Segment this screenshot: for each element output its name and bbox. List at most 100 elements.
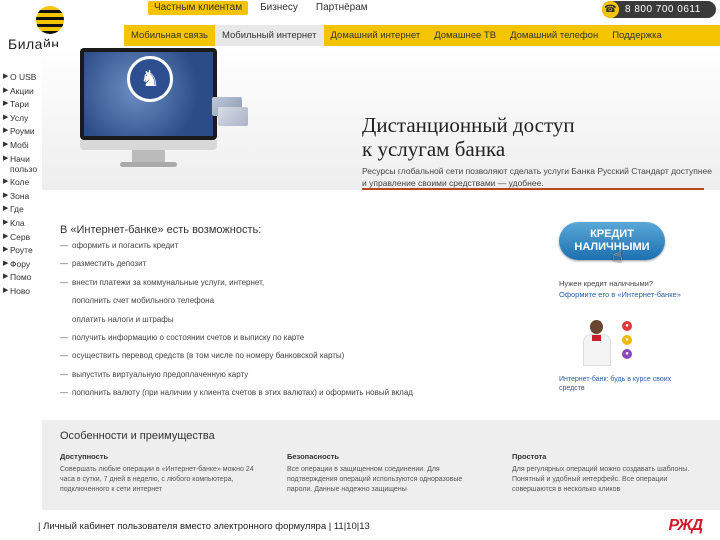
consultant-link[interactable]: Интернет-банк: будь в курсе своих средст… [559,375,679,393]
rzd-logo: РЖД [668,517,703,534]
arrow-right-icon: ▶ [3,113,9,121]
sidebar-item[interactable]: ▶ Фору [0,259,42,269]
phone-number: 8 800 700 0611 [625,4,701,15]
service-yellow-icon: ● [622,335,632,345]
sidebar-item-label: Где [10,204,24,215]
dash-bullet-icon: — [60,259,68,269]
sidebar-item[interactable]: ▶ Коле [0,177,42,187]
promo-question: Нужен кредит наличными? [559,279,654,288]
sidebar-item[interactable]: ▶ Кла [0,218,42,228]
nav-home-internet[interactable]: Домашний интернет [324,25,428,46]
consultant-head [590,320,603,334]
sidebar-item[interactable]: ▶ Помо [0,272,42,282]
sidebar-item[interactable]: ▶ Начи пользо [0,154,42,174]
nav-mobile-connection[interactable]: Мобильная связь [124,25,215,46]
service-red-icon: ● [622,321,632,331]
sidebar-item-label: Фору [10,258,31,269]
sidebar-item[interactable]: ▶ Роуми [0,126,42,136]
arrow-right-icon: ▶ [3,259,9,267]
service-purple-icon: ● [622,349,632,359]
sidebar-item-label: Серв [10,231,31,242]
monitor-chin [80,140,217,150]
segment-private[interactable]: Частным клиентам [148,1,249,15]
sidebar-item-label: Кла [10,217,25,228]
advantage-simplicity: Простота Для регулярных операций можно с… [512,452,712,495]
sidebar-item[interactable]: ▶ Зона [0,191,42,201]
sidebar-item-label: Роуми [10,126,35,137]
dash-bullet-icon: — [60,388,68,398]
monitor-stand [132,150,165,162]
dash-bullet-icon: — [60,369,68,379]
promo-link[interactable]: Оформите его в «Интернет-банке» [559,290,681,299]
nav-home-phone[interactable]: Домашний телефон [503,25,605,46]
sidebar-item[interactable]: ▶ Серв [0,232,42,242]
list-item: — получить информацию о состоянии счетов … [60,332,305,342]
nav-home-tv[interactable]: Домашнее ТВ [427,25,503,46]
banner-title: Дистанционный доступ к услугам банка [362,113,575,161]
dash-bullet-icon: — [60,277,68,287]
advantage-heading: Доступность [60,452,109,461]
advantage-security: Безопасность Все операции в защищенном с… [287,452,487,495]
monitor-base [120,162,177,167]
arrow-right-icon: ▶ [3,218,9,226]
sidebar-item-label: Роуте [10,245,33,256]
sidebar-item[interactable]: ▶ Мобі [0,140,42,150]
sidebar-item-label: Услу [10,112,29,123]
advantage-text: Все операции в защищенном соединении. Дл… [287,466,463,493]
segment-business[interactable]: Бизнесу [254,1,304,15]
arrow-right-icon: ▶ [3,73,9,80]
arrow-right-icon: ▶ [3,286,9,294]
list-item: пополнить счет мобильного телефона [72,296,215,306]
consultant-image[interactable]: ● ● ● [569,318,667,366]
beeline-logo-icon [36,6,64,34]
consultant-scarf [592,335,601,341]
phone-badge[interactable]: ☎ 8 800 700 0611 [602,1,716,18]
advantages-title: Особенности и преимущества [60,430,215,442]
sidebar-item[interactable]: ▶ Ново [0,286,42,296]
list-item: — осуществить перевод средств (в том числ… [60,351,345,361]
list-item: — внести платежи за коммунальные услуги, … [60,277,265,287]
list-item: оплатить налоги и штрафы [72,314,174,324]
segment-partners[interactable]: Партнёрам [310,1,374,15]
sidebar-item-label: Помо [10,272,32,283]
hand-cursor-icon: ☝ [612,246,623,266]
advantages-section: Особенности и преимущества Доступность С… [42,420,720,510]
sidebar-item[interactable]: ▶ Услу [0,113,42,123]
sidebar-item-label: Акции [10,85,34,96]
arrow-right-icon: ▶ [3,154,9,162]
advantage-heading: Безопасность [287,452,340,461]
list-item: — разместить депозит [60,259,147,269]
nav-support[interactable]: Поддержка [605,25,669,46]
credit-button-line: КРЕДИТ [590,228,634,240]
banner-title-line: к услугам банка [362,137,506,161]
segment-switcher: Частным клиентам Бизнесу Партнёрам [148,1,374,15]
banner-description: Ресурсы глобальной сети позволяют сделат… [362,166,713,188]
phone-icon: ☎ [602,1,619,18]
slide-footer: | Личный кабинет пользователя вместо эле… [0,510,720,540]
sidebar-item-label: Мобі [10,139,29,150]
arrow-right-icon: ▶ [3,246,9,254]
sidebar-item[interactable]: ▶ Акции [0,86,42,96]
sidebar-item-label: Коле [10,177,30,188]
nav-mobile-internet[interactable]: Мобильный интернет [215,25,324,46]
dash-bullet-icon: — [60,241,68,250]
sidebar-item[interactable]: ▶ Роуте [0,245,42,255]
arrow-right-icon: ▶ [3,127,9,135]
arrow-right-icon: ▶ [3,100,9,108]
sidebar-menu: ▶ О USB ▶ Акции ▶ Тари ▶ Услу ▶ Роуми ▶ Мобі ▶… [0,72,42,300]
sidebar-item-label: О USB [10,72,37,82]
arrow-right-icon: ▶ [3,191,9,199]
sidebar-item-label: Зона [10,190,30,201]
sidebar-item[interactable]: ▶ Где [0,204,42,214]
top-bar: Частным клиентам Бизнесу Партнёрам ☎ 8 8… [0,0,720,20]
main-nav: Мобильная связь Мобильный интернет Домаш… [124,25,720,46]
footer-caption: | Личный кабинет пользователя вместо эле… [38,521,370,532]
list-item: — пополнить валюту (при наличии у клиента… [60,388,413,398]
advantage-heading: Простота [512,452,547,461]
advantage-text: Совершать любые операции в «Интернет-бан… [60,466,254,493]
main-content: В «Интернет-банке» есть возможность: — оф… [42,190,720,510]
sidebar-item[interactable]: ▶ О USB [0,72,42,82]
banner-title-line: Дистанционный доступ [362,113,575,137]
sidebar-item[interactable]: ▶ Тари [0,99,42,109]
sidebar-item-label: Начи пользо [10,153,38,174]
